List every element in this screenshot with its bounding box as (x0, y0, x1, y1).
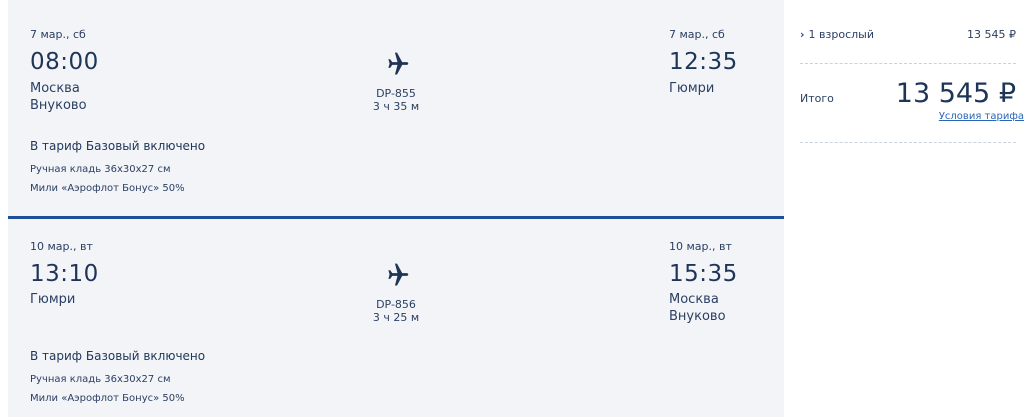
airplane-icon (388, 263, 409, 286)
passengers-price: 13 545 ₽ (967, 28, 1016, 41)
tariff-item-miles: Мили «Аэрофлот Бонус» 50% (30, 183, 185, 194)
tariff-item-miles: Мили «Аэрофлот Бонус» 50% (30, 393, 185, 404)
arrive-city: Гюмри (669, 81, 715, 96)
flight-duration: 3 ч 35 м (372, 100, 420, 113)
flight-duration: 3 ч 25 м (372, 311, 420, 324)
tariff-item-baggage: Ручная кладь 36x30x27 см (30, 164, 171, 175)
depart-date: 10 мар., вт (30, 240, 93, 253)
flight-number: DP-855 (376, 87, 416, 100)
arrive-time: 15:35 (669, 261, 738, 287)
flight-card-outbound: 7 мар., сб 08:00 Москва Внуково DP-855 3… (8, 0, 784, 219)
depart-city: Москва (30, 81, 80, 96)
arrive-time: 12:35 (669, 49, 738, 75)
divider (800, 63, 1016, 64)
depart-date: 7 мар., сб (30, 28, 86, 41)
depart-time: 08:00 (30, 49, 99, 75)
arrive-city: Москва (669, 292, 719, 307)
arrive-date: 7 мар., сб (669, 28, 725, 41)
flight-card-return: 10 мар., вт 13:10 Гюмри DP-856 3 ч 25 м … (8, 219, 784, 417)
tariff-title: В тариф Базовый включено (30, 139, 206, 153)
passengers-label: 1 взрослый (808, 28, 874, 41)
flight-number: DP-856 (376, 298, 416, 311)
divider (800, 142, 1016, 143)
depart-city: Гюмри (30, 292, 76, 307)
total-label: Итого (800, 92, 834, 105)
passengers-toggle[interactable]: › 1 взрослый (800, 28, 874, 41)
price-summary: › 1 взрослый 13 545 ₽ Итого 13 545 ₽ Усл… (800, 0, 1024, 150)
airplane-icon (388, 52, 409, 75)
tariff-item-baggage: Ручная кладь 36x30x27 см (30, 374, 171, 385)
booking-page: 7 мар., сб 08:00 Москва Внуково DP-855 3… (0, 0, 1024, 417)
chevron-right-icon: › (800, 28, 805, 41)
tariff-conditions-link[interactable]: Условия тарифа (939, 111, 1024, 122)
arrive-date: 10 мар., вт (669, 240, 732, 253)
total-price: 13 545 ₽ (895, 78, 1016, 109)
arrive-airport: Внуково (669, 309, 726, 324)
tariff-title: В тариф Базовый включено (30, 349, 206, 363)
depart-time: 13:10 (30, 261, 99, 287)
depart-airport: Внуково (30, 98, 87, 113)
